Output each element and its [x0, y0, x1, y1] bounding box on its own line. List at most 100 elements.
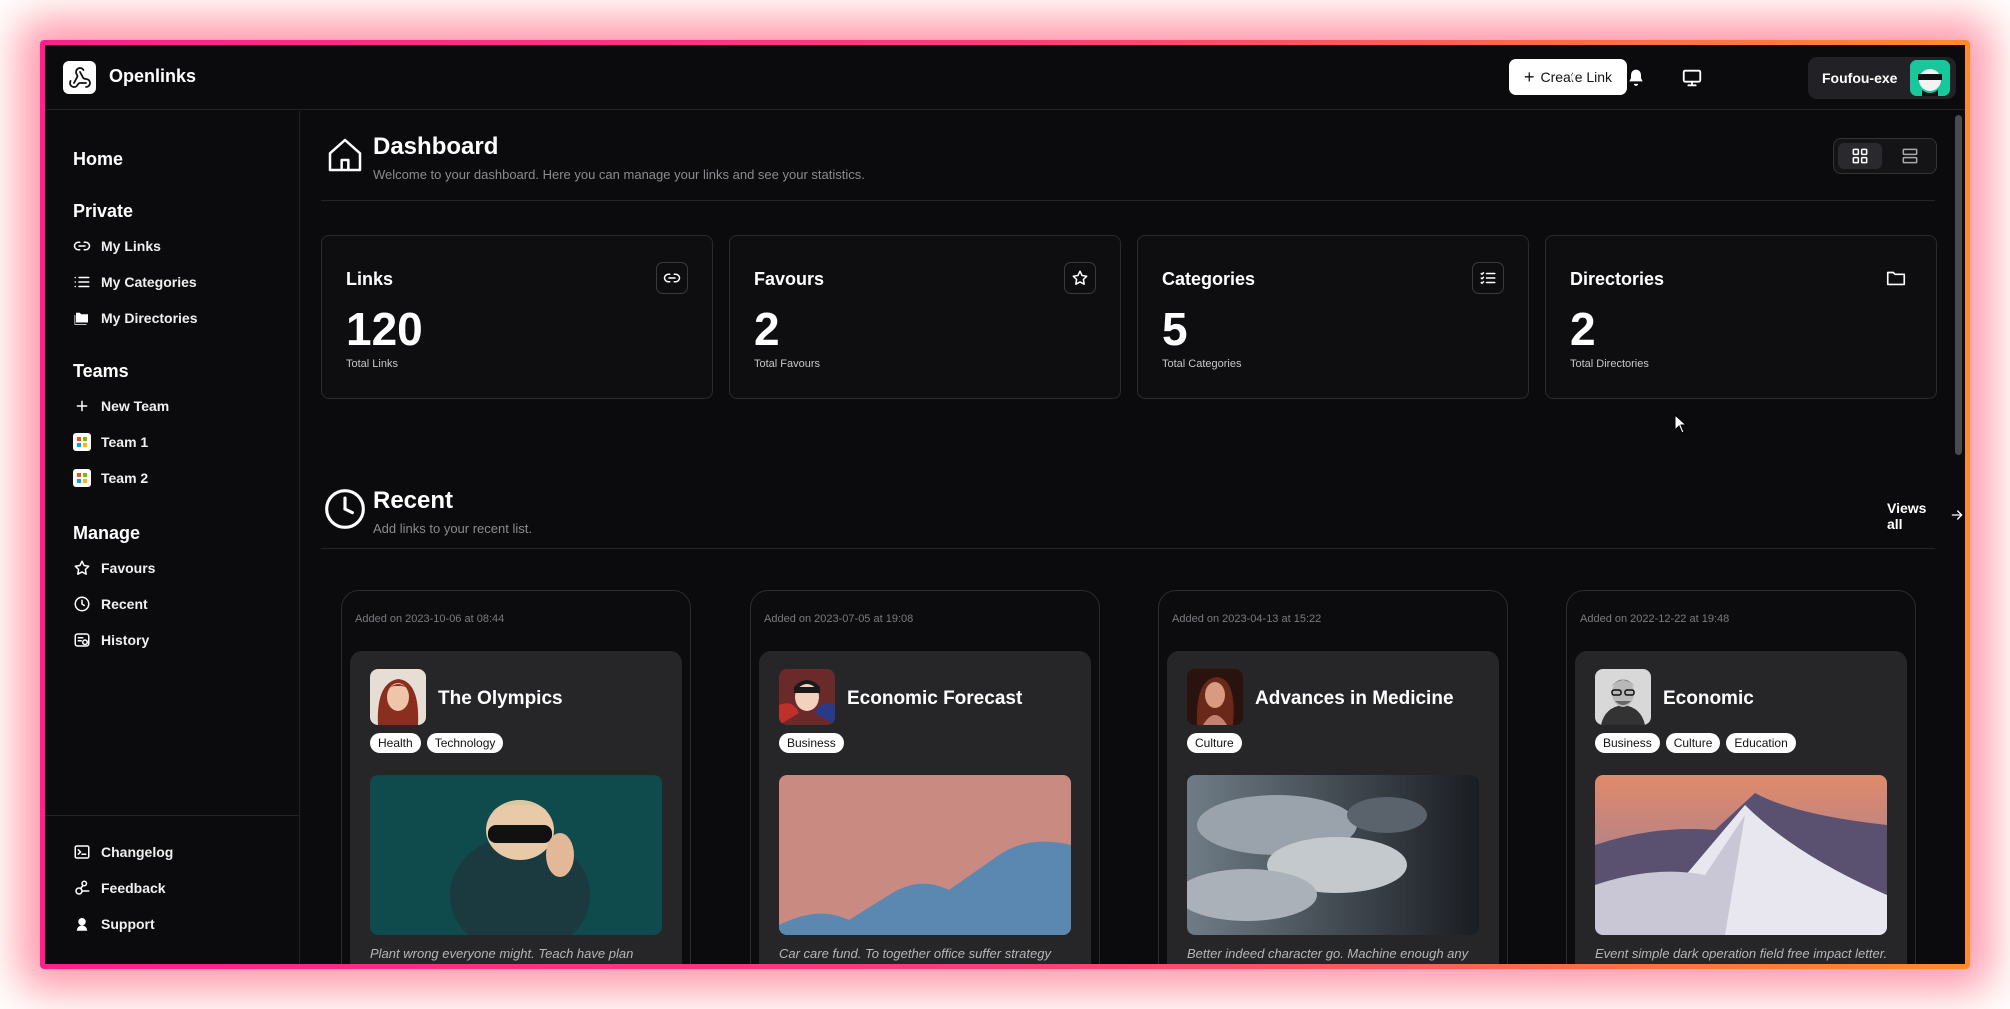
- tag[interactable]: Business: [1595, 733, 1660, 753]
- clock-icon: [323, 487, 367, 531]
- link-thumbnail: [779, 669, 835, 725]
- tag[interactable]: Education: [1726, 733, 1796, 753]
- grid-view-button[interactable]: [1838, 143, 1882, 169]
- stat-card-favours[interactable]: Favours 2 Total Favours: [729, 235, 1121, 399]
- sidebar-item-recent[interactable]: Recent: [73, 592, 148, 616]
- link-card[interactable]: Added on 2022-12-22 at 19:48 Economic Bu…: [1566, 590, 1916, 964]
- tag-list: Business Culture Education: [1595, 733, 1796, 753]
- team-logo-icon: [73, 469, 91, 487]
- plus-icon: +: [1523, 67, 1535, 87]
- scrollbar-thumb[interactable]: [1955, 115, 1962, 455]
- feedback-icon: [73, 879, 91, 897]
- tag[interactable]: Business: [779, 733, 844, 753]
- stat-title: Directories: [1570, 269, 1665, 289]
- link-cover-image: [1595, 775, 1887, 935]
- sidebar-item-label: My Links: [101, 238, 161, 254]
- sidebar-item-label: Support: [101, 916, 155, 932]
- terminal-icon: [73, 843, 91, 861]
- stat-card-categories[interactable]: Categories 5 Total Categories: [1137, 235, 1529, 399]
- sidebar-item-label: My Categories: [101, 274, 197, 290]
- tag[interactable]: Culture: [1187, 733, 1242, 753]
- sidebar-item-support[interactable]: Support: [73, 912, 155, 936]
- page-title: Dashboard: [373, 133, 499, 160]
- stat-title: Favours: [754, 269, 825, 289]
- sidebar-item-feedback[interactable]: Feedback: [73, 876, 166, 900]
- sidebar-item-my-directories[interactable]: My Directories: [73, 306, 197, 330]
- sidebar-item-label: Feedback: [101, 880, 166, 896]
- tag-list: Health Technology: [370, 733, 504, 753]
- sidebar-item-favours[interactable]: Favours: [73, 556, 155, 580]
- link-description: Plant wrong everyone might. Teach have p…: [370, 946, 634, 961]
- recent-divider: [321, 548, 1935, 549]
- link-card[interactable]: Added on 2023-10-06 at 08:44 The Olympic…: [341, 590, 691, 964]
- sidebar-item-history[interactable]: History: [73, 628, 149, 652]
- sidebar-item-label: Changelog: [101, 844, 174, 860]
- folder-icon: [1880, 262, 1912, 294]
- stat-value: 5: [1162, 303, 1188, 355]
- link-card[interactable]: Added on 2023-04-13 at 15:22 Advances in…: [1158, 590, 1508, 964]
- link-card-body: The Olympics Health Technology Plant wro…: [350, 651, 682, 964]
- link-icon: [656, 262, 688, 294]
- star-icon: [73, 559, 91, 577]
- link-cover-image: [1187, 775, 1479, 935]
- sidebar-item-label: My Directories: [101, 310, 198, 326]
- sidebar-item-new-team[interactable]: New Team: [73, 394, 169, 418]
- logo-icon[interactable]: [63, 61, 96, 94]
- sidebar-item-label: Favours: [101, 560, 156, 576]
- support-icon: [73, 915, 91, 933]
- sidebar-heading-manage: Manage: [73, 523, 141, 543]
- bell-icon[interactable]: [1622, 64, 1650, 92]
- link-thumbnail: [1595, 669, 1651, 725]
- folders-icon: [73, 309, 91, 327]
- added-date: Added on 2023-07-05 at 19:08: [764, 613, 914, 625]
- sidebar-item-label: New Team: [101, 398, 170, 414]
- home-icon: [325, 135, 365, 175]
- sidebar-heading-teams: Teams: [73, 361, 129, 381]
- header-divider: [321, 200, 1935, 201]
- link-title: Advances in Medicine: [1255, 688, 1454, 709]
- link-description: Better indeed character go. Machine enou…: [1187, 946, 1469, 961]
- stat-label: Total Favours: [754, 358, 821, 370]
- list-icon: [1472, 262, 1504, 294]
- sidebar-item-team-1[interactable]: Team 1: [73, 430, 148, 454]
- top-bar: Openlinks + Create Link Foufou-exe: [45, 45, 1965, 110]
- link-title: Economic: [1663, 688, 1754, 709]
- link-card[interactable]: Added on 2023-07-05 at 19:08 Economic Fo…: [750, 590, 1100, 964]
- tag[interactable]: Technology: [426, 733, 504, 753]
- stat-card-links[interactable]: Links 120 Total Links: [321, 235, 713, 399]
- app-window: Openlinks + Create Link Foufou-exe Home …: [45, 45, 1965, 964]
- link-card-body: Economic Forecast Business Car care fund…: [759, 651, 1091, 964]
- stat-value: 2: [754, 303, 780, 355]
- recent-title: Recent: [373, 487, 454, 514]
- recent-subtitle: Add links to your recent list.: [373, 521, 532, 536]
- user-menu[interactable]: Foufou-exe: [1808, 57, 1956, 99]
- tag[interactable]: Health: [370, 733, 421, 753]
- stat-label: Total Directories: [1570, 358, 1649, 370]
- sidebar-item-label: Team 2: [101, 470, 149, 486]
- link-icon: [73, 237, 91, 255]
- sidebar-item-label: Recent: [101, 596, 148, 612]
- link-title: Economic Forecast: [847, 688, 1023, 709]
- tag[interactable]: Culture: [1665, 733, 1721, 753]
- link-thumbnail: [370, 669, 426, 725]
- stat-label: Total Categories: [1162, 358, 1242, 370]
- avatar: [1910, 60, 1950, 96]
- mouse-cursor-icon: [1674, 413, 1688, 439]
- sidebar-item-team-2[interactable]: Team 2: [73, 466, 148, 490]
- list-view-button[interactable]: [1888, 143, 1932, 169]
- sidebar-item-my-links[interactable]: My Links: [73, 234, 161, 258]
- star-icon: [1064, 262, 1096, 294]
- team-logo-icon: [73, 433, 91, 451]
- sidebar-home[interactable]: Home: [73, 149, 123, 170]
- sidebar-item-changelog[interactable]: Changelog: [73, 840, 173, 864]
- link-thumbnail: [1187, 669, 1243, 725]
- monitor-icon[interactable]: [1678, 64, 1706, 92]
- link-cover-image: [370, 775, 662, 935]
- main-content: Dashboard Welcome to your dashboard. Her…: [301, 111, 1965, 964]
- search-icon[interactable]: [1566, 64, 1594, 92]
- list-icon: [73, 273, 91, 291]
- added-date: Added on 2023-10-06 at 08:44: [355, 613, 505, 625]
- sidebar-item-my-categories[interactable]: My Categories: [73, 270, 197, 294]
- page-subtitle: Welcome to your dashboard. Here you can …: [373, 167, 865, 182]
- stat-card-directories[interactable]: Directories 2 Total Directories: [1545, 235, 1937, 399]
